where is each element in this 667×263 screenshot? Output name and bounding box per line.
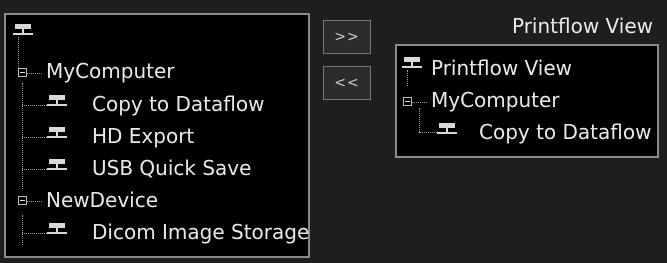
tree-node-label: MyComputer xyxy=(431,88,560,112)
collapse-icon[interactable] xyxy=(18,68,27,77)
computer-network-icon xyxy=(13,24,33,36)
tree-node-label: HD Export xyxy=(92,124,195,148)
tree-node-label: Dicom Image Storage xyxy=(92,220,310,244)
device-icon xyxy=(437,123,457,135)
device-icon xyxy=(47,159,67,171)
computer-network-icon xyxy=(402,57,422,69)
available-services-tree[interactable]: MyComputer Copy to Dataflow HD Export US… xyxy=(4,13,310,258)
tree-node-label: Copy to Dataflow xyxy=(92,92,265,116)
device-icon xyxy=(47,127,67,139)
collapse-icon[interactable] xyxy=(18,196,27,205)
collapse-icon[interactable] xyxy=(403,97,412,106)
printflow-view-title: Printflow View xyxy=(512,14,654,38)
remove-from-printflow-button[interactable]: << xyxy=(323,66,371,100)
device-icon xyxy=(47,95,67,107)
tree-node-label: MyComputer xyxy=(46,59,175,83)
device-icon xyxy=(47,223,67,235)
tree-node-label: NewDevice xyxy=(46,188,159,212)
tree-node-label: USB Quick Save xyxy=(92,156,252,180)
add-to-printflow-button[interactable]: >> xyxy=(323,20,371,54)
printflow-view-tree[interactable]: Printflow View MyComputer Copy to Datafl… xyxy=(395,44,659,158)
tree-node-label: Copy to Dataflow xyxy=(479,120,652,144)
tree-node-label: Printflow View xyxy=(431,56,573,80)
